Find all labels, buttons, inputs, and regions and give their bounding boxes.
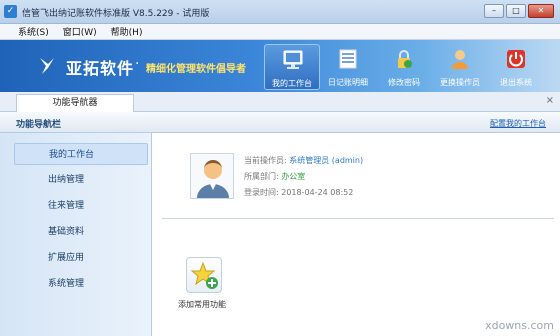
menu-window[interactable]: 窗口(W) xyxy=(63,25,97,38)
add-favorite-label: 添加常用功能 xyxy=(178,300,226,309)
ledger-icon xyxy=(339,49,357,69)
menu-bar: 系统(S) 窗口(W) 帮助(H) xyxy=(0,24,560,40)
brand-logo-icon xyxy=(40,58,54,74)
monitor-icon xyxy=(283,50,303,69)
sidebar-item-my-workbench[interactable]: 我的工作台 xyxy=(14,143,148,165)
window-controls: – □ ✕ xyxy=(484,4,554,18)
toolbar-label: 日记账明细 xyxy=(328,78,368,87)
toolbar-label: 退出系统 xyxy=(500,78,532,87)
add-favorite-button[interactable] xyxy=(186,257,222,293)
watermark: xdowns.com xyxy=(485,319,554,332)
toolbar-label: 更换操作员 xyxy=(440,78,480,87)
department-line: 所属部门: 办公室 xyxy=(244,171,305,182)
brand-separator: · xyxy=(135,56,140,72)
main-content: 当前操作员: 系统管理员 (admin) 所属部门: 办公室 登录时间: 201… xyxy=(152,133,560,336)
tab-function-navigator[interactable]: 功能导航器 xyxy=(16,94,134,112)
department-label: 所属部门: xyxy=(244,172,279,181)
sidebar: 我的工作台 出纳管理 往来管理 基础资料 扩展应用 系统管理 xyxy=(0,133,152,336)
toolbar-label: 我的工作台 xyxy=(272,79,312,88)
operator-line: 当前操作员: 系统管理员 (admin) xyxy=(244,155,363,166)
tab-strip: 功能导航器 × xyxy=(0,92,560,112)
sidebar-item-basic-data[interactable]: 基础资料 xyxy=(14,221,148,243)
power-icon xyxy=(507,50,525,68)
lock-icon xyxy=(398,50,412,68)
avatar xyxy=(190,153,234,199)
tab-close-icon[interactable]: × xyxy=(546,95,554,106)
minimize-button[interactable]: – xyxy=(484,4,504,18)
nav-header-title: 功能导航栏 xyxy=(16,120,62,130)
toolbar-journal-detail[interactable]: 日记账明细 xyxy=(320,44,376,90)
login-time-line: 登录时间: 2018-04-24 08:52 xyxy=(244,187,353,198)
operator-label: 当前操作员: xyxy=(244,156,287,165)
star-add-icon xyxy=(190,261,218,289)
toolbar-my-workbench[interactable]: 我的工作台 xyxy=(264,44,320,90)
user-icon xyxy=(452,50,468,69)
login-time-value: 2018-04-24 08:52 xyxy=(281,188,354,197)
operator-value: 系统管理员 (admin) xyxy=(289,156,364,165)
close-button[interactable]: ✕ xyxy=(528,4,554,18)
user-avatar-icon xyxy=(197,160,229,198)
sidebar-item-system-management[interactable]: 系统管理 xyxy=(14,273,148,295)
menu-system[interactable]: 系统(S) xyxy=(18,25,49,38)
app-icon: ✓ xyxy=(4,5,17,18)
sidebar-item-extensions[interactable]: 扩展应用 xyxy=(14,247,148,269)
title-bar: ✓ 信管飞出纳记账软件标准版 V8.5.229 - 试用版 – □ ✕ xyxy=(0,0,560,24)
banner: 亚拓软件 · 精细化管理软件倡导者 我的工作台 日记账明细 修改密码 更换操作员… xyxy=(0,40,560,92)
nav-header: 功能导航栏 配置我的工作台 xyxy=(0,112,560,133)
sidebar-item-cashier[interactable]: 出纳管理 xyxy=(14,169,148,191)
content-divider xyxy=(162,218,554,219)
login-time-label: 登录时间: xyxy=(244,188,279,197)
department-value: 办公室 xyxy=(281,172,306,181)
menu-help[interactable]: 帮助(H) xyxy=(111,25,143,38)
sidebar-item-accounts[interactable]: 往来管理 xyxy=(14,195,148,217)
brand-name: 亚拓软件 xyxy=(66,59,135,78)
toolbar-change-password[interactable]: 修改密码 xyxy=(376,44,432,90)
configure-workbench-link[interactable]: 配置我的工作台 xyxy=(490,118,546,129)
toolbar-exit-system[interactable]: 退出系统 xyxy=(488,44,544,90)
window-title: 信管飞出纳记账软件标准版 V8.5.229 - 试用版 xyxy=(22,9,210,19)
toolbar-switch-operator[interactable]: 更换操作员 xyxy=(432,44,488,90)
maximize-button[interactable]: □ xyxy=(506,4,526,18)
brand-slogan: 精细化管理软件倡导者 xyxy=(146,64,246,75)
toolbar-label: 修改密码 xyxy=(388,78,420,87)
